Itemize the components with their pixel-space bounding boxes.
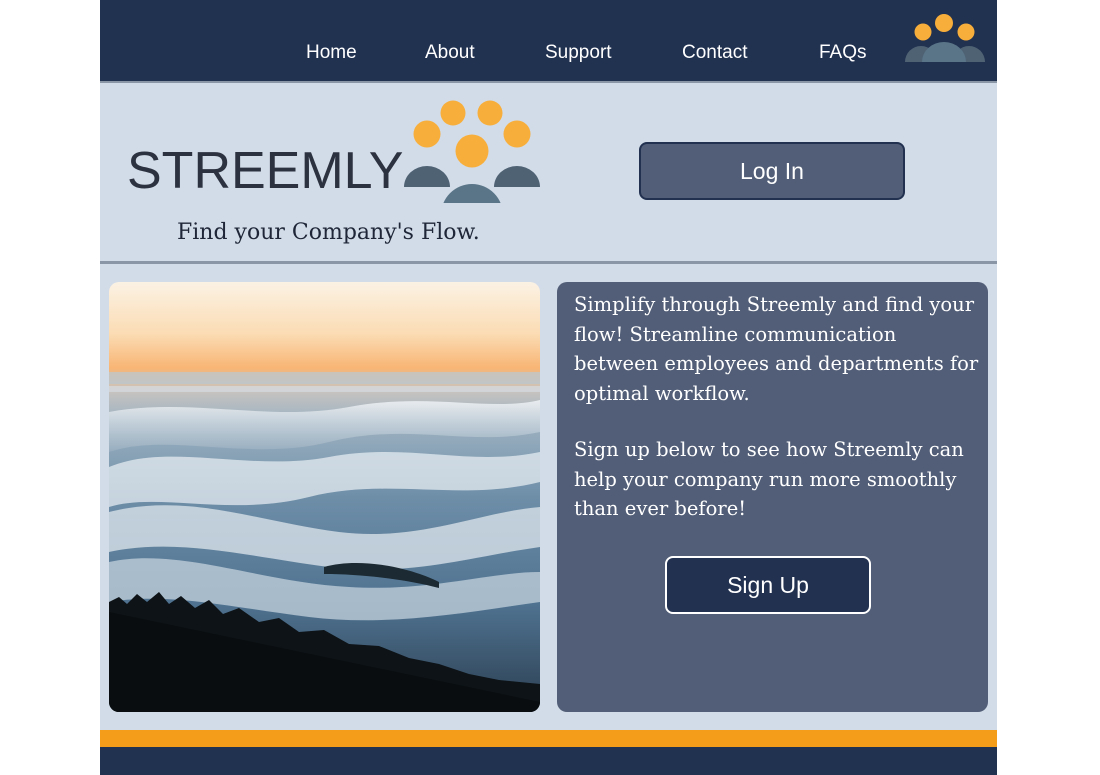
nav-link-support[interactable]: Support (545, 42, 612, 64)
nav-link-about[interactable]: About (425, 42, 475, 64)
login-button[interactable]: Log In (639, 142, 905, 200)
page: Home About Support Contact FAQs STREEMLY… (100, 0, 997, 775)
nav-link-faqs[interactable]: FAQs (819, 42, 867, 64)
top-navigation-bar: Home About Support Contact FAQs (100, 0, 997, 83)
site-header: STREEMLY Find your Company's Flow. Log I… (100, 83, 997, 264)
tagline: Find your Company's Flow. (177, 220, 480, 245)
people-group-icon (404, 100, 540, 203)
info-paragraph-1: Simplify through Streemly and find your … (574, 293, 979, 405)
info-panel: Simplify through Streemly and find your … (557, 282, 988, 712)
fog-over-forest-photo (109, 282, 540, 712)
nav-link-home[interactable]: Home (306, 42, 357, 64)
footer-accent-stripe (100, 730, 997, 747)
people-group-icon[interactable] (904, 12, 986, 64)
nav-link-contact[interactable]: Contact (682, 42, 747, 64)
info-paragraph-2: Sign up below to see how Streemly can he… (574, 438, 964, 520)
footer-bar (100, 747, 997, 775)
brand-wordmark[interactable]: STREEMLY (127, 141, 403, 201)
signup-button[interactable]: Sign Up (665, 556, 871, 614)
